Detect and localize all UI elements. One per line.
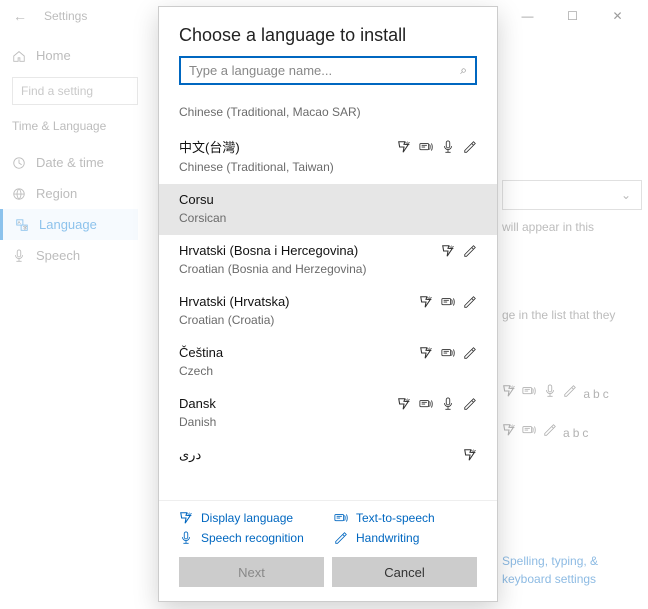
display-icon: [397, 397, 411, 411]
language-row[interactable]: Čeština Czech: [159, 337, 497, 388]
language-native-name: Hrvatski (Hrvatska): [179, 294, 290, 309]
language-row[interactable]: Hrvatski (Bosna i Hercegovina) Croatian (…: [159, 235, 497, 286]
feature-legend: Display language Text-to-speech Speech r…: [159, 500, 497, 551]
hand-icon: [463, 346, 477, 360]
language-list: Chinese (Traditional, Macao SAR) 中文(台灣) Ch…: [159, 93, 497, 500]
language-english-name: Czech: [179, 364, 477, 378]
speech-icon: [441, 397, 455, 411]
tts-icon: [441, 346, 455, 360]
language-row[interactable]: Corsu Corsican: [159, 184, 497, 235]
language-row[interactable]: درى: [159, 439, 497, 473]
dialog-title: Choose a language to install: [159, 7, 497, 56]
display-icon: [441, 244, 455, 258]
language-english-name: Chinese (Traditional, Taiwan): [179, 160, 477, 174]
search-icon: ⌕: [460, 63, 467, 78]
cancel-button[interactable]: Cancel: [332, 557, 477, 587]
language-row[interactable]: Chinese (Traditional, Macao SAR): [159, 93, 497, 129]
language-row[interactable]: Dansk Danish: [159, 388, 497, 439]
display-icon: [419, 346, 433, 360]
hand-icon: [463, 397, 477, 411]
display-language-icon: [179, 511, 193, 525]
speech-recognition-icon: [179, 531, 193, 545]
language-english-name: Chinese (Traditional, Macao SAR): [179, 105, 477, 119]
hand-icon: [463, 140, 477, 154]
display-icon: [419, 295, 433, 309]
language-row[interactable]: 中文(台灣) Chinese (Traditional, Taiwan): [159, 129, 497, 184]
hand-icon: [463, 244, 477, 258]
language-install-dialog: Choose a language to install ⌕ Chinese (…: [158, 6, 498, 602]
language-native-name: درى: [179, 447, 201, 463]
language-english-name: Croatian (Bosnia and Herzegovina): [179, 262, 477, 276]
handwriting-icon: [334, 531, 348, 545]
language-english-name: Corsican: [179, 211, 477, 225]
language-native-name: Hrvatski (Bosna i Hercegovina): [179, 243, 358, 258]
display-icon: [397, 140, 411, 154]
display-icon: [463, 448, 477, 462]
language-row[interactable]: Hrvatski (Hrvatska) Croatian (Croatia): [159, 286, 497, 337]
hand-icon: [463, 295, 477, 309]
tts-icon: [441, 295, 455, 309]
speech-icon: [441, 140, 455, 154]
language-search-box[interactable]: ⌕: [179, 56, 477, 85]
language-english-name: Danish: [179, 415, 477, 429]
language-native-name: Čeština: [179, 345, 223, 360]
language-english-name: Croatian (Croatia): [179, 313, 477, 327]
tts-icon: [419, 397, 433, 411]
next-button[interactable]: Next: [179, 557, 324, 587]
language-native-name: Dansk: [179, 396, 216, 411]
tts-icon: [419, 140, 433, 154]
language-native-name: 中文(台灣): [179, 137, 240, 156]
language-search-input[interactable]: [189, 63, 460, 78]
text-to-speech-icon: [334, 511, 348, 525]
language-native-name: Corsu: [179, 192, 214, 207]
